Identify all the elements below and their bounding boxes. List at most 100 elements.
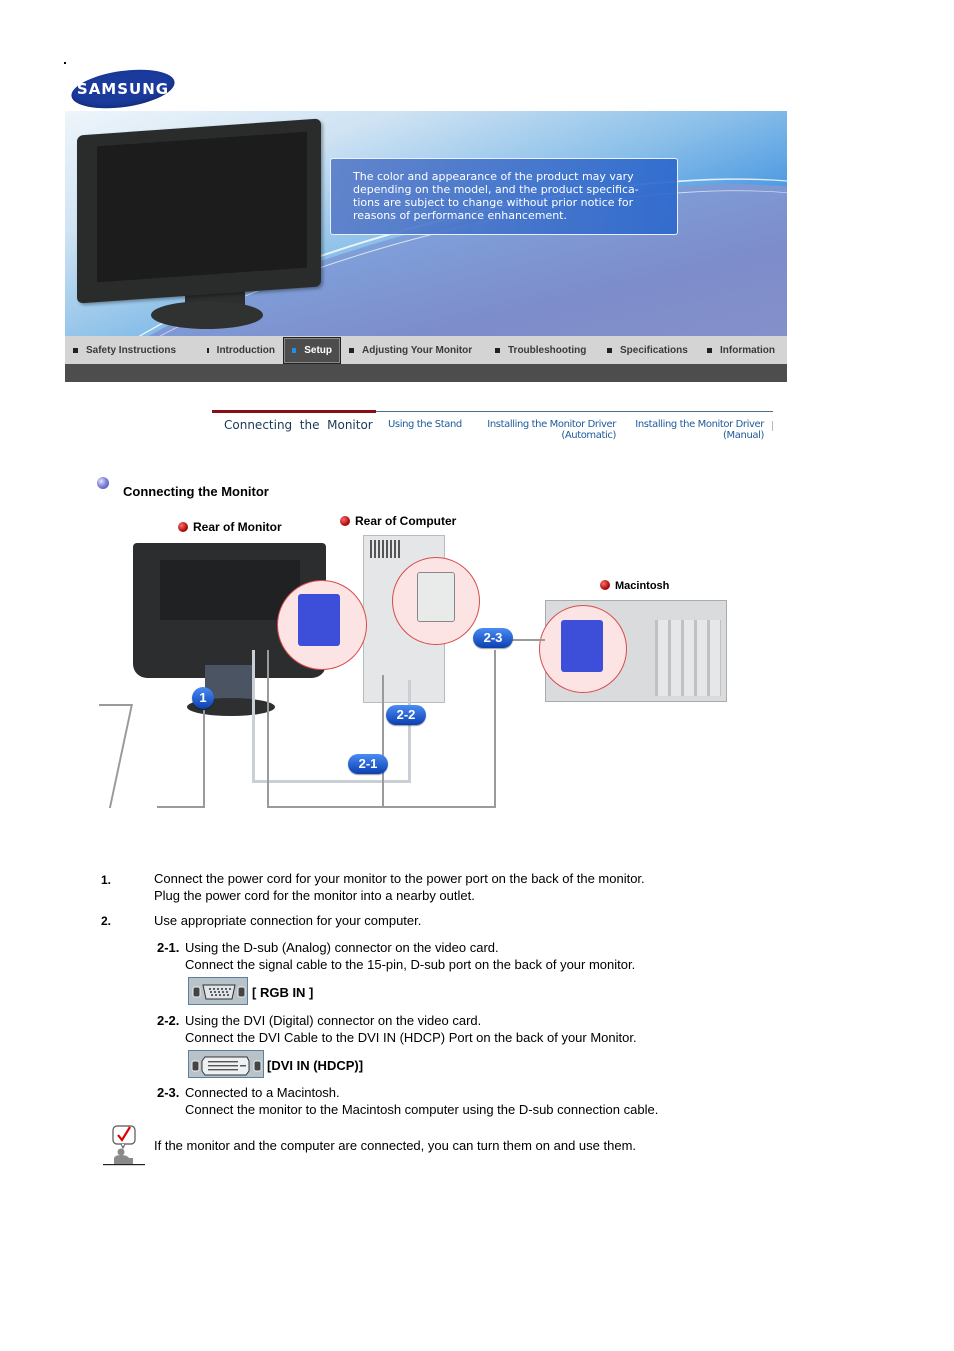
- substep-text: Connected to a Macintosh. Connect the mo…: [185, 1084, 658, 1118]
- sub-nav: Connecting the Monitor Using the Stand I…: [212, 410, 773, 447]
- dsub-cable: [382, 675, 384, 808]
- subtab-using-the-stand[interactable]: Using the Stand: [388, 419, 462, 430]
- step-number: 2.: [101, 914, 112, 928]
- square-bullet-icon: [292, 347, 297, 353]
- dsub-cable: [267, 650, 269, 808]
- subtab-installing-driver-manual[interactable]: Installing the Monitor Driver (Manual): [634, 419, 764, 441]
- notice-line: tions are subject to change without prio…: [353, 196, 634, 209]
- step-line: Connect the power cord for your monitor …: [154, 871, 645, 886]
- monitor-base: [151, 301, 263, 329]
- nav-label: Information: [720, 344, 775, 356]
- vga-port-icon: [188, 977, 248, 1005]
- nav-label: Safety Instructions: [86, 344, 177, 356]
- red-dot-icon: [178, 522, 188, 532]
- dvi-cable: [252, 650, 255, 782]
- power-cable: [203, 710, 205, 808]
- subtab-connecting-the-monitor[interactable]: Connecting the Monitor: [224, 418, 373, 432]
- notice-line: depending on the model, and the product …: [353, 183, 639, 196]
- badge-2-1: 2-1: [348, 754, 388, 774]
- substep-line: Connect the monitor to the Macintosh com…: [185, 1102, 659, 1117]
- port-label-rgb-in: [ RGB IN ]: [252, 985, 314, 1000]
- subtab-installing-driver-automatic[interactable]: Installing the Monitor Driver (Automatic…: [486, 419, 616, 441]
- notice-line: The color and appearance of the product …: [353, 170, 634, 183]
- square-bullet-icon: [707, 347, 712, 353]
- logo-text: SAMSUNG: [76, 80, 170, 98]
- substep-line: Using the D-sub (Analog) connector on th…: [185, 940, 499, 955]
- mac-vga-connector-image: [561, 620, 603, 672]
- nav-information[interactable]: Information: [699, 336, 787, 364]
- nav-safety-instructions[interactable]: Safety Instructions: [65, 336, 199, 364]
- red-dot-icon: [600, 580, 610, 590]
- substep-line: Connected to a Macintosh.: [185, 1085, 340, 1100]
- square-bullet-icon: [495, 347, 500, 353]
- label-text: Macintosh: [615, 580, 670, 592]
- nav-label: Adjusting Your Monitor: [362, 344, 473, 356]
- power-cable: [157, 806, 205, 808]
- power-cable: [108, 704, 133, 808]
- label-text: Rear of Monitor: [193, 520, 282, 534]
- subtab-label: Installing the Monitor Driver: [635, 419, 764, 430]
- substep-number: 2-1.: [157, 940, 180, 955]
- square-bullet-icon: [607, 347, 612, 353]
- nav-adjusting-your-monitor[interactable]: Adjusting Your Monitor: [341, 336, 487, 364]
- section-title: Connecting the Monitor: [123, 484, 269, 499]
- nav-underbar: [65, 364, 787, 382]
- sphere-bullet-icon: [97, 477, 109, 489]
- monitor-screen: [97, 131, 307, 283]
- nav-label: Troubleshooting: [508, 344, 587, 356]
- subtab-label: Connecting the Monitor: [224, 418, 373, 432]
- subtab-label: Installing the Monitor Driver: [487, 419, 616, 430]
- macintosh-slots: [655, 620, 721, 696]
- nav-introduction[interactable]: Introduction: [199, 336, 283, 364]
- connection-diagram: Rear of Monitor Rear of Computer Macinto…: [95, 510, 765, 830]
- nav-label: Setup: [304, 344, 332, 356]
- checkmark-note-icon: [103, 1124, 145, 1166]
- dsub-cable: [267, 806, 495, 808]
- substep-line: Connect the signal cable to the 15-pin, …: [185, 957, 636, 972]
- label-text: Rear of Computer: [355, 514, 457, 528]
- red-dot-icon: [340, 516, 350, 526]
- mac-dsub-cable: [510, 639, 545, 641]
- label-macintosh: Macintosh: [600, 580, 669, 592]
- dvi-connector-image: [417, 572, 455, 622]
- step-number: 1.: [101, 873, 112, 887]
- note-text: If the monitor and the computer are conn…: [154, 1138, 637, 1153]
- step-text: Connect the power cord for your monitor …: [154, 870, 645, 904]
- substep-text: Using the DVI (Digital) connector on the…: [185, 1012, 637, 1046]
- substep-text: Using the D-sub (Analog) connector on th…: [185, 939, 635, 973]
- subtab-label-sub: (Automatic): [561, 430, 616, 441]
- subtab-label: Using the Stand: [388, 419, 462, 430]
- label-rear-of-computer: Rear of Computer: [340, 514, 456, 528]
- substep-line: Using the DVI (Digital) connector on the…: [185, 1013, 482, 1028]
- square-bullet-icon: [73, 347, 78, 353]
- samsung-logo[interactable]: SAMSUNG: [69, 63, 177, 115]
- substep-line: Connect the DVI Cable to the DVI IN (HDC…: [185, 1030, 637, 1045]
- subtab-label-sub: (Manual): [723, 430, 764, 441]
- notice-line: reasons of performance enhancement.: [353, 209, 567, 222]
- square-bullet-icon: [349, 347, 354, 353]
- mac-dsub-cable: [494, 650, 496, 808]
- step-line: Plug the power cord for the monitor into…: [154, 888, 475, 903]
- page-mark: [64, 62, 66, 64]
- hero-banner: The color and appearance of the product …: [65, 111, 787, 336]
- port-label-dvi-in: [DVI IN (HDCP)]: [267, 1058, 364, 1073]
- main-nav: Safety Instructions Introduction Setup A…: [65, 336, 787, 364]
- nav-label: Introduction: [216, 344, 275, 356]
- nav-setup[interactable]: Setup: [283, 336, 341, 364]
- label-rear-of-monitor: Rear of Monitor: [178, 520, 282, 534]
- dvi-port-icon: [188, 1050, 264, 1078]
- step-text: Use appropriate connection for your comp…: [154, 913, 422, 928]
- nav-specifications[interactable]: Specifications: [599, 336, 699, 364]
- subnav-divider: [772, 421, 773, 431]
- active-tab-indicator: [212, 410, 376, 413]
- dvi-cable: [408, 680, 411, 783]
- tower-vents: [370, 540, 400, 558]
- badge-1: 1: [192, 687, 214, 709]
- substep-number: 2-2.: [157, 1013, 180, 1028]
- badge-2-2: 2-2: [386, 705, 426, 725]
- square-bullet-icon: [207, 347, 209, 353]
- power-cable: [99, 704, 131, 706]
- product-notice: The color and appearance of the product …: [330, 158, 678, 235]
- nav-troubleshooting[interactable]: Troubleshooting: [487, 336, 599, 364]
- dvi-cable: [252, 780, 408, 783]
